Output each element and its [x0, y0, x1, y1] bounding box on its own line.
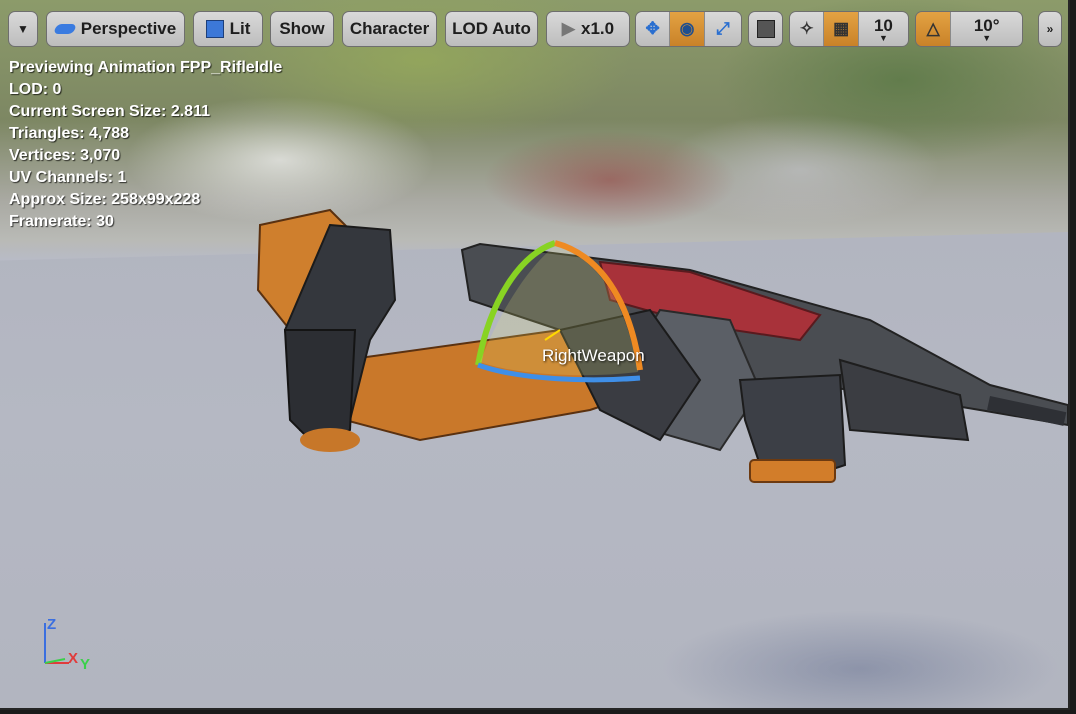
- viewport-menu-button[interactable]: ▼: [8, 11, 38, 47]
- stats-screen-size: Current Screen Size: 2.811: [9, 103, 210, 120]
- cube-outline-icon: [756, 20, 775, 38]
- scale-mode-button[interactable]: ⤢: [704, 12, 741, 46]
- surface-snap-button[interactable]: ✧: [790, 12, 825, 46]
- stats-uv-channels: UV Channels: 1: [9, 169, 127, 186]
- stats-vertices: Vertices: 3,070: [9, 147, 121, 164]
- rotate-icon: ◉: [679, 19, 695, 38]
- character-button[interactable]: Character: [342, 11, 437, 47]
- stats-lod: LOD: 0: [9, 81, 62, 98]
- bone-label: RightWeapon: [542, 346, 645, 365]
- toolbar-overflow-button[interactable]: »: [1038, 11, 1062, 47]
- rotate-mode-button[interactable]: ◉: [670, 12, 705, 46]
- stats-framerate: Framerate: 30: [9, 213, 114, 230]
- chevron-down-icon: ▼: [17, 22, 29, 36]
- lit-label: Lit: [229, 19, 251, 38]
- rotation-snap-toggle[interactable]: △: [916, 12, 952, 46]
- grid-icon: ▦: [833, 19, 850, 38]
- grid-snap-value-dropdown[interactable]: 10 ▼: [858, 12, 908, 46]
- show-label: Show: [279, 19, 325, 38]
- angle-icon: △: [926, 19, 940, 38]
- move-icon: ✥: [645, 19, 660, 38]
- coordinate-system-button[interactable]: [748, 11, 783, 47]
- playback-speed-label: x1.0: [580, 19, 615, 38]
- grid-snap-toggle[interactable]: ▦: [824, 12, 859, 46]
- rotation-snap-group: △ 10° ▼: [915, 11, 1023, 47]
- show-button[interactable]: Show: [270, 11, 334, 47]
- playback-speed-button[interactable]: ▶ x1.0: [546, 11, 630, 47]
- stats-overlay: Previewing Animation FPP_RifleIdle LOD: …: [9, 57, 282, 233]
- perspective-icon: [52, 24, 77, 34]
- transform-mode-group: ✥ ◉ ⤢: [635, 11, 742, 47]
- snap-surface-icon: ✧: [799, 19, 814, 38]
- cube-icon: [205, 20, 224, 38]
- play-icon: ▶: [561, 19, 575, 38]
- scale-icon: ⤢: [716, 19, 730, 38]
- viewport-toolbar: ▼ Perspective Lit Show Character LOD Aut…: [0, 0, 1068, 56]
- stats-animation: Previewing Animation FPP_RifleIdle: [9, 59, 283, 76]
- view-mode-button[interactable]: Lit: [193, 11, 263, 47]
- grid-snap-group: ✧ ▦ 10 ▼: [789, 11, 909, 47]
- stats-approx-size: Approx Size: 258x99x228: [9, 191, 201, 208]
- axis-x-label: X: [68, 650, 79, 667]
- caret-down-icon: ▼: [982, 33, 992, 43]
- translate-mode-button[interactable]: ✥: [636, 12, 671, 46]
- caret-down-icon: ▼: [878, 33, 888, 43]
- axis-z-label: Z: [47, 616, 57, 633]
- perspective-button[interactable]: Perspective: [46, 11, 185, 47]
- lod-label: LOD Auto: [452, 19, 531, 38]
- stats-triangles: Triangles: 4,788: [9, 125, 130, 142]
- perspective-label: Perspective: [80, 19, 177, 38]
- rotation-snap-value-dropdown[interactable]: 10° ▼: [951, 12, 1022, 46]
- lod-button[interactable]: LOD Auto: [445, 11, 538, 47]
- character-label: Character: [349, 19, 430, 38]
- viewport[interactable]: RightWeapon ▼ Perspective Lit Show Chara…: [0, 0, 1070, 710]
- double-chevron-right-icon: »: [1046, 22, 1054, 36]
- axis-y-label: Y: [80, 656, 91, 673]
